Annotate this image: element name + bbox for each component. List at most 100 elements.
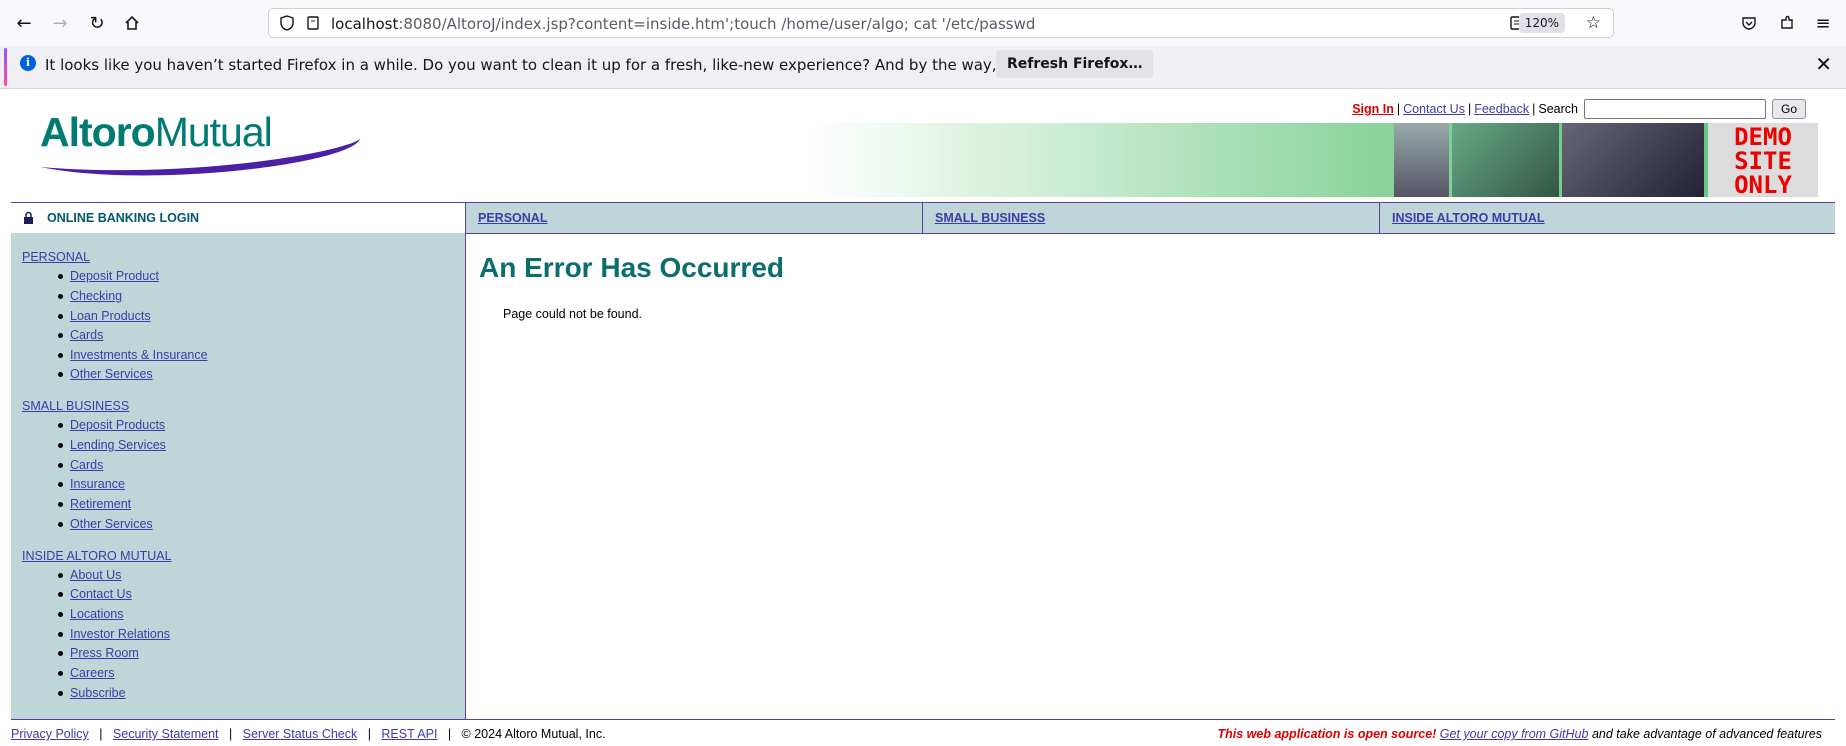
notification-text: It looks like you haven’t started Firefo…	[45, 56, 1115, 74]
bookmark-star-icon[interactable]: ☆	[1586, 13, 1601, 33]
security-statement-link[interactable]: Security Statement	[113, 727, 219, 741]
footer-open-source: This web application is open source! Get…	[1218, 727, 1822, 741]
sidebar-item-lending-services[interactable]: Lending Services	[70, 438, 166, 452]
open-source-text: This web application is open source!	[1217, 727, 1437, 741]
forward-arrow-icon[interactable]: →	[45, 8, 75, 38]
separator: |	[360, 727, 378, 741]
pocket-icon[interactable]	[1734, 8, 1764, 38]
sidebar-item-subscribe[interactable]: Subscribe	[70, 686, 126, 700]
nav-personal: PERSONAL	[466, 203, 923, 233]
shield-icon[interactable]	[279, 15, 295, 34]
sidebar-item-locations[interactable]: Locations	[70, 607, 124, 621]
sidebar-item-insurance[interactable]: Insurance	[70, 477, 125, 491]
bullet	[58, 612, 63, 617]
search-label: Search	[1538, 102, 1578, 116]
sidebar: PERSONAL Deposit Product Checking Loan P…	[11, 233, 466, 720]
menu-icon[interactable]: ≡	[1808, 8, 1838, 38]
close-icon[interactable]: ✕	[1815, 52, 1832, 76]
sidebar-item-cards[interactable]: Cards	[70, 458, 103, 472]
footer-links: Privacy Policy | Security Statement | Se…	[11, 727, 606, 741]
sidebar-item-deposit-products[interactable]: Deposit Products	[70, 418, 165, 432]
bullet	[58, 423, 63, 428]
extensions-icon[interactable]	[1772, 8, 1802, 38]
go-button[interactable]: Go	[1771, 99, 1806, 119]
sidebar-item-other-services[interactable]: Other Services	[70, 367, 153, 381]
nav-inside-link[interactable]: INSIDE ALTORO MUTUAL	[1392, 211, 1545, 225]
sidebar-section-inside[interactable]: INSIDE ALTORO MUTUAL	[22, 549, 172, 563]
firefox-notification-bar: i It looks like you haven’t started Fire…	[0, 46, 1846, 89]
nav-small-business-link[interactable]: SMALL BUSINESS	[935, 211, 1045, 225]
nav-small-business: SMALL BUSINESS	[923, 203, 1380, 233]
main-nav: ONLINE BANKING LOGIN PERSONAL SMALL BUSI…	[11, 202, 1835, 234]
sidebar-item-loan-products[interactable]: Loan Products	[70, 309, 151, 323]
sidebar-item-retirement[interactable]: Retirement	[70, 497, 131, 511]
web-page: AltoroMutual Sign In | Contact Us | Feed…	[0, 89, 1846, 746]
privacy-policy-link[interactable]: Privacy Policy	[11, 727, 89, 741]
sidebar-item-investor-relations[interactable]: Investor Relations	[70, 627, 170, 641]
browser-toolbar: ← → ↻ localhost:8080/AltoroJ/index.jsp?c…	[0, 0, 1846, 47]
bullet	[58, 294, 63, 299]
sidebar-item-press-room[interactable]: Press Room	[70, 646, 139, 660]
url-text[interactable]: localhost:8080/AltoroJ/index.jsp?content…	[331, 15, 1035, 33]
sidebar-item-cards[interactable]: Cards	[70, 328, 103, 342]
bullet	[58, 592, 63, 597]
separator: |	[1467, 102, 1472, 116]
bullet	[58, 372, 63, 377]
top-links: Sign In | Contact Us | Feedback | Search…	[1352, 99, 1806, 119]
bullet	[58, 651, 63, 656]
copyright: © 2024 Altoro Mutual, Inc.	[461, 727, 606, 741]
footer: Privacy Policy | Security Statement | Se…	[11, 719, 1835, 746]
rest-api-link[interactable]: REST API	[381, 727, 437, 741]
search-input[interactable]	[1583, 99, 1766, 119]
home-icon[interactable]	[117, 8, 147, 38]
sidebar-item-deposit-product[interactable]: Deposit Product	[70, 269, 159, 283]
server-status-link[interactable]: Server Status Check	[243, 727, 358, 741]
bullet	[58, 463, 63, 468]
github-link[interactable]: Get your copy from GitHub	[1440, 727, 1589, 741]
url-bar[interactable]: localhost:8080/AltoroJ/index.jsp?content…	[268, 8, 1614, 38]
bullet	[58, 353, 63, 358]
zoom-level-badge[interactable]: 120%	[1518, 13, 1565, 33]
photo-woman	[1394, 123, 1449, 197]
separator: |	[222, 727, 240, 741]
bullet	[58, 314, 63, 319]
separator: |	[1396, 102, 1401, 116]
nav-personal-link[interactable]: PERSONAL	[478, 211, 547, 225]
logo-text: AltoroMutual	[40, 109, 273, 155]
nav-inside: INSIDE ALTORO MUTUAL	[1380, 203, 1835, 233]
url-host: localhost	[331, 15, 399, 33]
sidebar-section-personal[interactable]: PERSONAL	[22, 250, 90, 264]
bullet	[58, 482, 63, 487]
back-arrow-icon[interactable]: ←	[9, 8, 39, 38]
separator: |	[440, 727, 459, 741]
bullet	[58, 691, 63, 696]
sidebar-item-careers[interactable]: Careers	[70, 666, 114, 680]
bullet	[58, 632, 63, 637]
bullet	[58, 443, 63, 448]
sign-in-link[interactable]: Sign In	[1352, 102, 1394, 116]
refresh-firefox-button[interactable]: Refresh Firefox…	[996, 50, 1154, 78]
sidebar-item-checking[interactable]: Checking	[70, 289, 122, 303]
notification-accent	[4, 48, 7, 86]
sidebar-section-small-business[interactable]: SMALL BUSINESS	[22, 399, 129, 413]
bullet	[58, 502, 63, 507]
error-message: Page could not be found.	[503, 307, 643, 321]
bullet	[58, 522, 63, 527]
bullet	[58, 274, 63, 279]
separator: |	[92, 727, 110, 741]
demo-site-banner: DEMO SITE ONLY	[1708, 123, 1818, 197]
page-title: An Error Has Occurred	[479, 252, 784, 283]
online-banking-login[interactable]: ONLINE BANKING LOGIN	[11, 203, 466, 233]
login-label: ONLINE BANKING LOGIN	[47, 211, 200, 225]
reload-icon[interactable]: ↻	[82, 8, 112, 38]
sidebar-item-about-us[interactable]: About Us	[70, 568, 121, 582]
bullet	[58, 671, 63, 676]
altoro-logo[interactable]: AltoroMutual	[30, 109, 370, 179]
contact-us-link[interactable]: Contact Us	[1403, 102, 1465, 116]
feedback-link[interactable]: Feedback	[1474, 102, 1529, 116]
sidebar-item-other-services[interactable]: Other Services	[70, 517, 153, 531]
sidebar-item-investments[interactable]: Investments & Insurance	[70, 348, 208, 362]
footer-tail-text: and take advantage of advanced features	[1591, 727, 1822, 741]
page-info-icon[interactable]	[305, 15, 321, 34]
sidebar-item-contact-us[interactable]: Contact Us	[70, 587, 132, 601]
